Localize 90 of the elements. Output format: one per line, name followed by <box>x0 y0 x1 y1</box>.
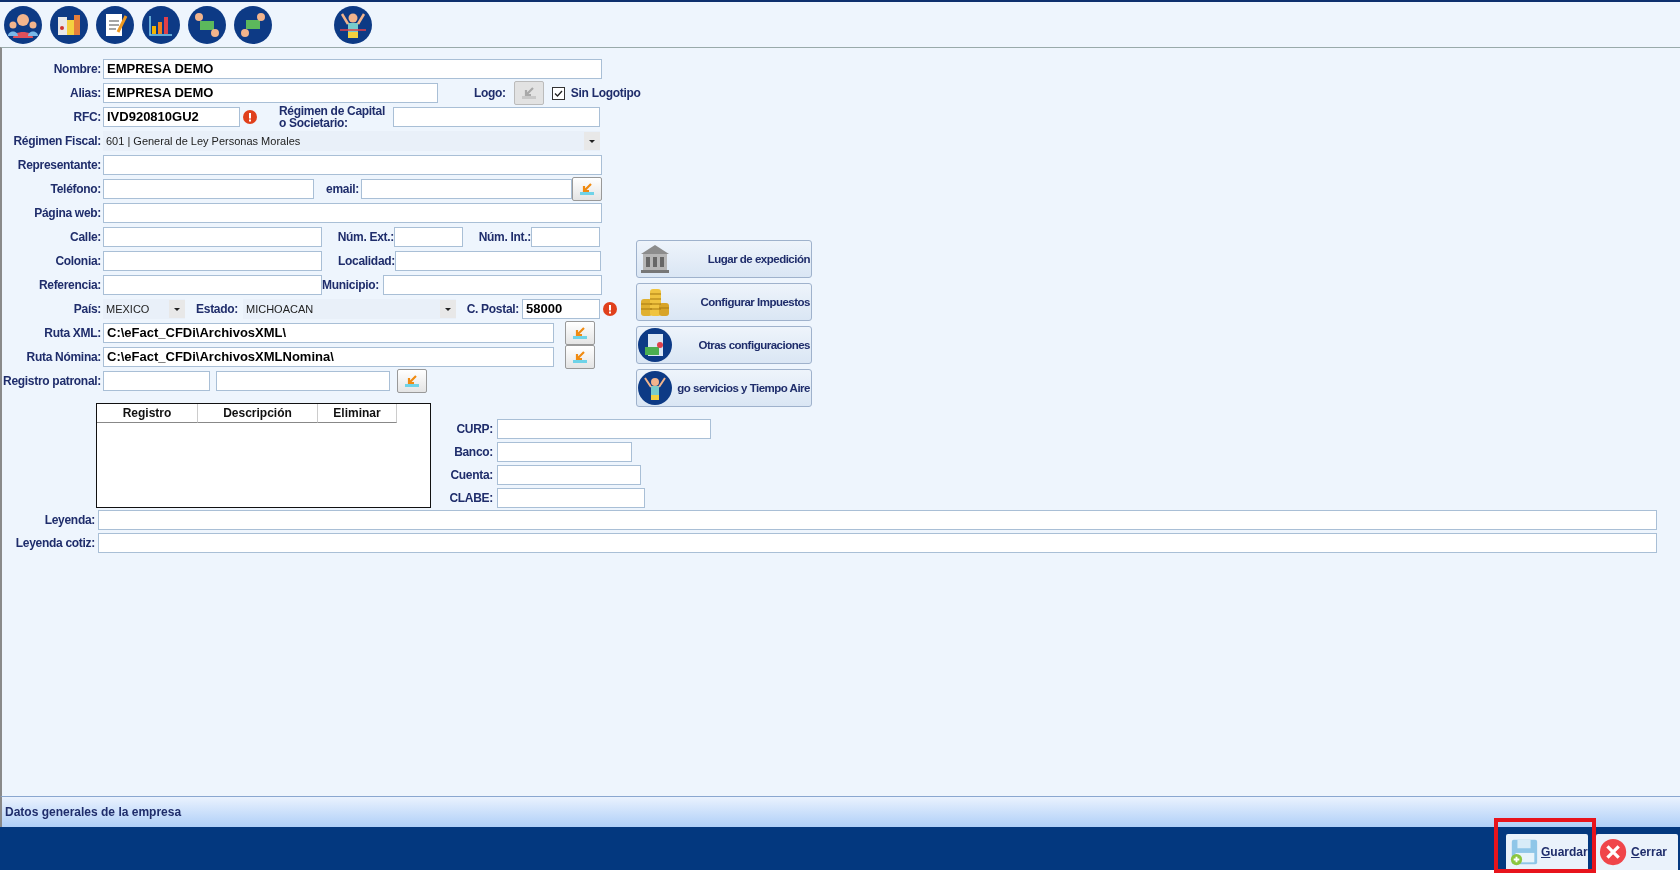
tray-arrow-icon <box>520 86 537 100</box>
field-label: Referencia: <box>37 278 101 292</box>
column-header: Registro <box>97 404 198 423</box>
text-field[interactable] <box>361 179 572 199</box>
text-field[interactable] <box>531 227 600 247</box>
text-field[interactable]: EMPRESA DEMO <box>103 59 602 79</box>
field-label: Teléfono: <box>49 182 101 196</box>
field-label: CURP: <box>455 422 493 436</box>
browse-button[interactable] <box>572 177 602 201</box>
config-button[interactable]: Configurar Impuestos <box>636 283 812 321</box>
field-label: Municipio: <box>322 278 379 292</box>
tray-arrow-icon <box>572 326 588 340</box>
text-field[interactable] <box>497 488 645 508</box>
checkbox[interactable] <box>551 86 565 100</box>
tray-arrow-icon <box>579 182 595 196</box>
text-field[interactable]: EMPRESA DEMO <box>103 83 438 103</box>
field-label: Régimen Fiscal: <box>12 134 101 148</box>
field-label: Logo: <box>474 86 506 100</box>
field-label: Representante: <box>16 158 101 172</box>
groceries-icon[interactable] <box>50 5 88 44</box>
document-icon <box>638 328 672 362</box>
text-field[interactable] <box>103 179 314 199</box>
field-label: Ruta Nómina: <box>25 350 101 364</box>
field-label: Localidad: <box>337 254 395 268</box>
people-icon[interactable] <box>4 5 42 44</box>
text-field[interactable] <box>216 371 390 391</box>
text-field[interactable] <box>103 227 322 247</box>
document-icon[interactable] <box>96 5 134 44</box>
field-label: C. Postal: <box>465 302 519 316</box>
field-label: Calle: <box>69 230 101 244</box>
dropdown-field[interactable]: 601 | General de Ley Personas Morales <box>103 131 600 151</box>
text-field[interactable] <box>103 275 322 295</box>
money-exchange-icon[interactable] <box>234 5 272 44</box>
money-exchange-icon[interactable] <box>188 5 226 44</box>
text-field[interactable] <box>98 532 1657 553</box>
field-label: Cuenta: <box>449 468 493 482</box>
dropdown-field[interactable]: MICHOACAN <box>243 299 456 319</box>
field-label: CLABE: <box>448 491 493 505</box>
field-label: Leyenda cotiz: <box>14 535 95 550</box>
text-field[interactable]: IVD920810GU2 <box>103 107 240 127</box>
field-label: Leyenda: <box>43 512 95 527</box>
field-label: email: <box>325 182 359 196</box>
config-button[interactable]: go servicios y Tiempo Aire <box>636 369 812 407</box>
field-label: Página web: <box>33 206 101 220</box>
status-text: Datos generales de la empresa <box>5 805 182 819</box>
bar-chart-icon[interactable] <box>142 5 180 44</box>
field-label: Banco: <box>453 445 493 459</box>
field-label: Colonia: <box>54 254 101 268</box>
field-label: Registro patronal: <box>2 374 101 388</box>
field-label: Alias: <box>69 86 101 100</box>
close-button[interactable]: Cerrar <box>1596 834 1678 870</box>
column-header: Eliminar <box>318 404 397 423</box>
person-icon <box>638 371 672 405</box>
text-field[interactable]: 58000 <box>522 299 600 319</box>
person-icon[interactable] <box>334 5 372 44</box>
field-label: Ruta XML: <box>43 326 101 340</box>
field-label: Estado: <box>195 302 238 316</box>
field-label: Régimen de Capital o Societario: <box>279 105 386 129</box>
browse-button[interactable] <box>397 369 427 393</box>
bank-icon <box>638 242 672 276</box>
config-button[interactable]: Lugar de expedición <box>636 240 812 278</box>
browse-button[interactable] <box>565 345 595 369</box>
text-field[interactable] <box>394 227 463 247</box>
text-field[interactable] <box>103 155 602 175</box>
dropdown-field[interactable]: MEXICO <box>103 299 185 319</box>
text-field[interactable] <box>103 371 210 391</box>
save-button[interactable]: Guardar <box>1506 834 1588 870</box>
text-field[interactable] <box>103 251 322 271</box>
config-button[interactable]: Otras configuraciones <box>636 326 812 364</box>
field-label: País: <box>72 302 101 316</box>
text-field[interactable] <box>383 275 602 295</box>
tray-arrow-icon <box>404 374 420 388</box>
text-field[interactable]: C:\eFact_CFDi\ArchivosXML\ <box>103 323 554 343</box>
close-icon <box>1599 837 1629 867</box>
text-field[interactable] <box>393 107 600 127</box>
text-field[interactable] <box>497 442 632 462</box>
text-field[interactable] <box>497 465 641 485</box>
text-field[interactable] <box>395 251 601 271</box>
text-field[interactable]: C:\eFact_CFDi\ArchivosXMLNomina\ <box>103 347 554 367</box>
text-field[interactable] <box>98 509 1657 530</box>
tray-arrow-icon <box>572 350 588 364</box>
text-field[interactable] <box>497 419 711 439</box>
field-label: Nombre: <box>52 62 101 76</box>
field-label: Núm. Ext.: <box>336 230 394 244</box>
field-label: Núm. Int.: <box>477 230 531 244</box>
column-header: Descripción <box>198 404 318 423</box>
field-label: RFC: <box>72 110 101 124</box>
text-field[interactable] <box>103 203 602 223</box>
field-label: Sin Logotipo <box>570 86 641 100</box>
browse-button[interactable] <box>565 321 595 345</box>
